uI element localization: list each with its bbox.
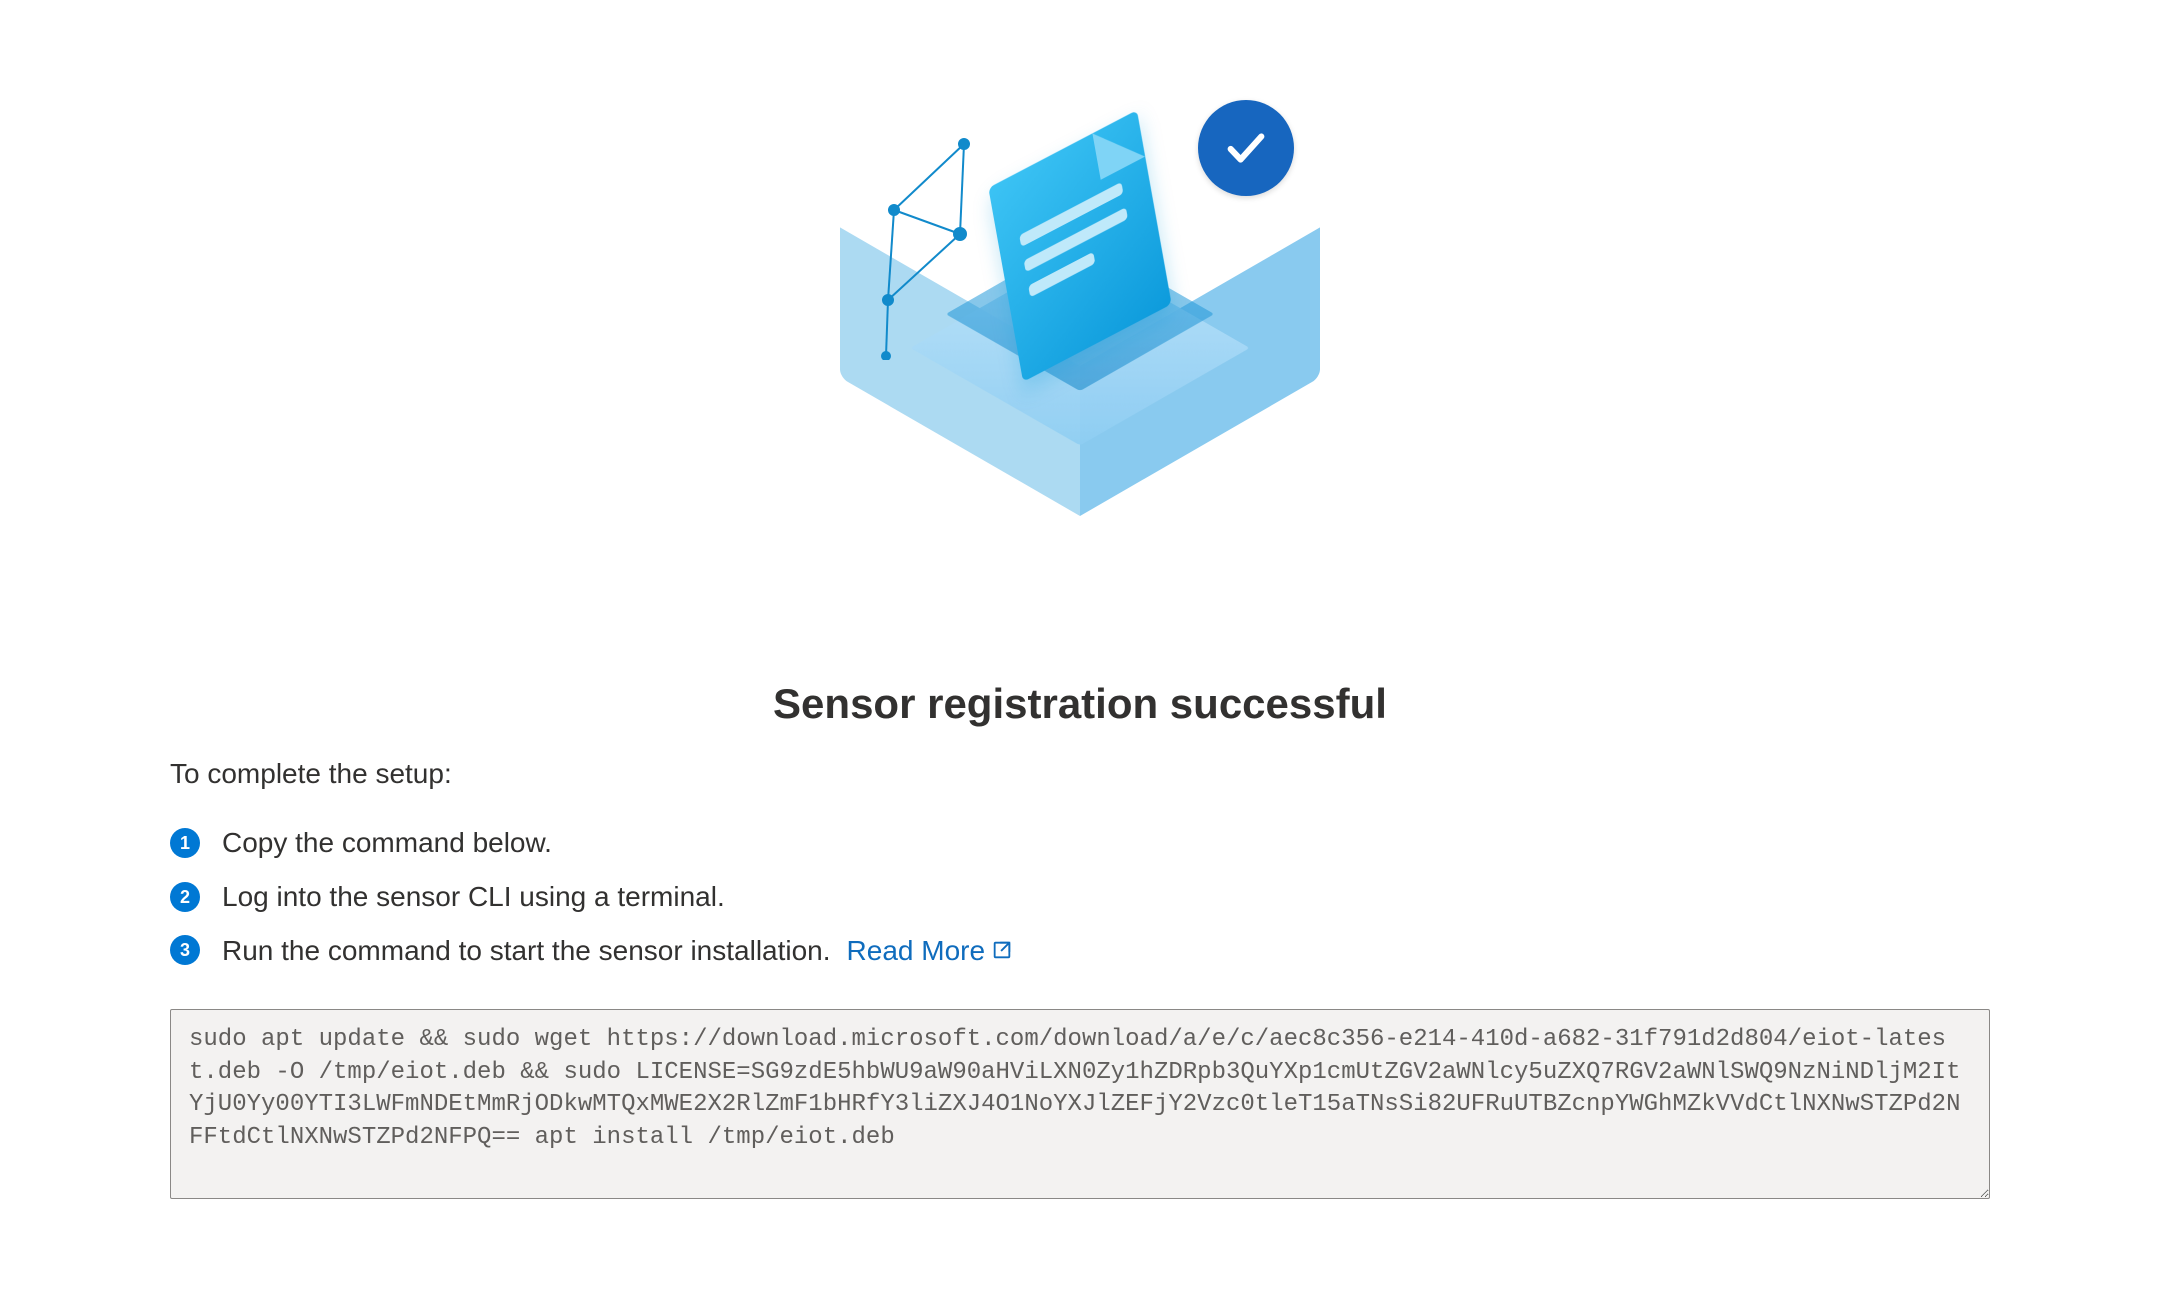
instructions-block: To complete the setup: 1 Copy the comman…	[170, 758, 1990, 1204]
page-content: Sensor registration successful To comple…	[170, 60, 1990, 1204]
read-more-link[interactable]: Read More	[847, 932, 1014, 970]
instructions-lead: To complete the setup:	[170, 758, 1990, 790]
step-number-badge: 2	[170, 882, 200, 912]
steps-list: 1 Copy the command below. 2 Log into the…	[170, 824, 1990, 969]
external-link-icon	[991, 939, 1013, 961]
step-text: Copy the command below.	[222, 824, 552, 862]
step-number-badge: 3	[170, 935, 200, 965]
read-more-label: Read More	[847, 932, 986, 970]
step-item: 2 Log into the sensor CLI using a termin…	[170, 878, 1990, 916]
step-item: 1 Copy the command below.	[170, 824, 1990, 862]
success-check-icon	[1198, 100, 1294, 196]
step-text: Log into the sensor CLI using a terminal…	[222, 878, 725, 916]
network-graph-icon	[880, 130, 1050, 360]
step-item: 3 Run the command to start the sensor in…	[170, 932, 1990, 970]
step-number-badge: 1	[170, 828, 200, 858]
step-text: Run the command to start the sensor inst…	[222, 932, 831, 970]
sensor-box-illustration	[860, 60, 1300, 540]
install-command-textarea[interactable]	[170, 1009, 1990, 1199]
page-title: Sensor registration successful	[773, 680, 1387, 728]
